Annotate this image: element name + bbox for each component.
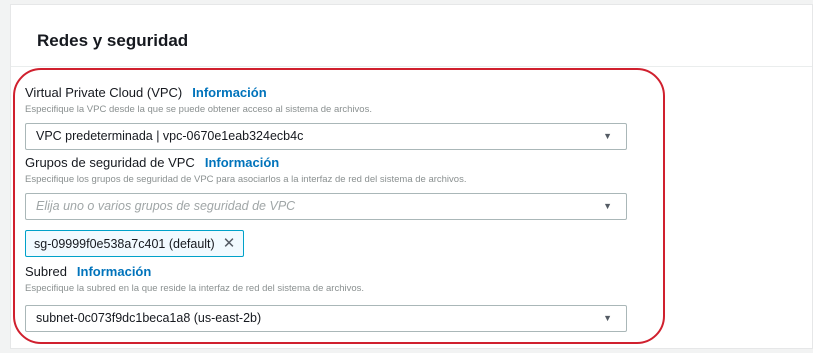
- vpc-info-link[interactable]: Información: [192, 85, 266, 100]
- subnet-info-link[interactable]: Información: [77, 264, 151, 279]
- section-title: Redes y seguridad: [37, 31, 189, 50]
- subnet-select-value: subnet-0c073f9dc1beca1a8 (us-east-2b): [36, 311, 262, 325]
- subnet-label-row: Subred Información: [25, 264, 151, 279]
- subnet-label: Subred: [25, 264, 67, 279]
- caret-down-icon: ▼: [603, 201, 612, 211]
- panel-header: Redes y seguridad: [11, 5, 812, 67]
- caret-down-icon: ▼: [603, 313, 612, 323]
- security-group-token-label: sg-09999f0e538a7c401 (default): [34, 237, 215, 251]
- vpc-select-value: VPC predeterminada | vpc-0670e1eab324ecb…: [36, 129, 304, 143]
- security-groups-info-link[interactable]: Información: [205, 155, 279, 170]
- security-groups-select[interactable]: Elija uno o varios grupos de seguridad d…: [25, 193, 627, 220]
- vpc-description: Especifique la VPC desde la que se puede…: [25, 104, 372, 115]
- security-groups-label-row: Grupos de seguridad de VPC Información: [25, 155, 279, 170]
- vpc-label: Virtual Private Cloud (VPC): [25, 85, 183, 100]
- security-groups-placeholder: Elija uno o varios grupos de seguridad d…: [36, 199, 296, 213]
- security-group-token: sg-09999f0e538a7c401 (default) ✕: [25, 230, 245, 257]
- security-groups-label: Grupos de seguridad de VPC: [25, 155, 195, 170]
- close-icon[interactable]: ✕: [223, 231, 236, 256]
- security-groups-description: Especifique los grupos de seguridad de V…: [25, 174, 467, 185]
- subnet-select[interactable]: subnet-0c073f9dc1beca1a8 (us-east-2b) ▼: [25, 305, 627, 332]
- vpc-select[interactable]: VPC predeterminada | vpc-0670e1eab324ecb…: [25, 123, 627, 150]
- vpc-label-row: Virtual Private Cloud (VPC) Información: [25, 85, 267, 100]
- caret-down-icon: ▼: [603, 131, 612, 141]
- subnet-description: Especifique la subred en la que reside l…: [25, 283, 365, 294]
